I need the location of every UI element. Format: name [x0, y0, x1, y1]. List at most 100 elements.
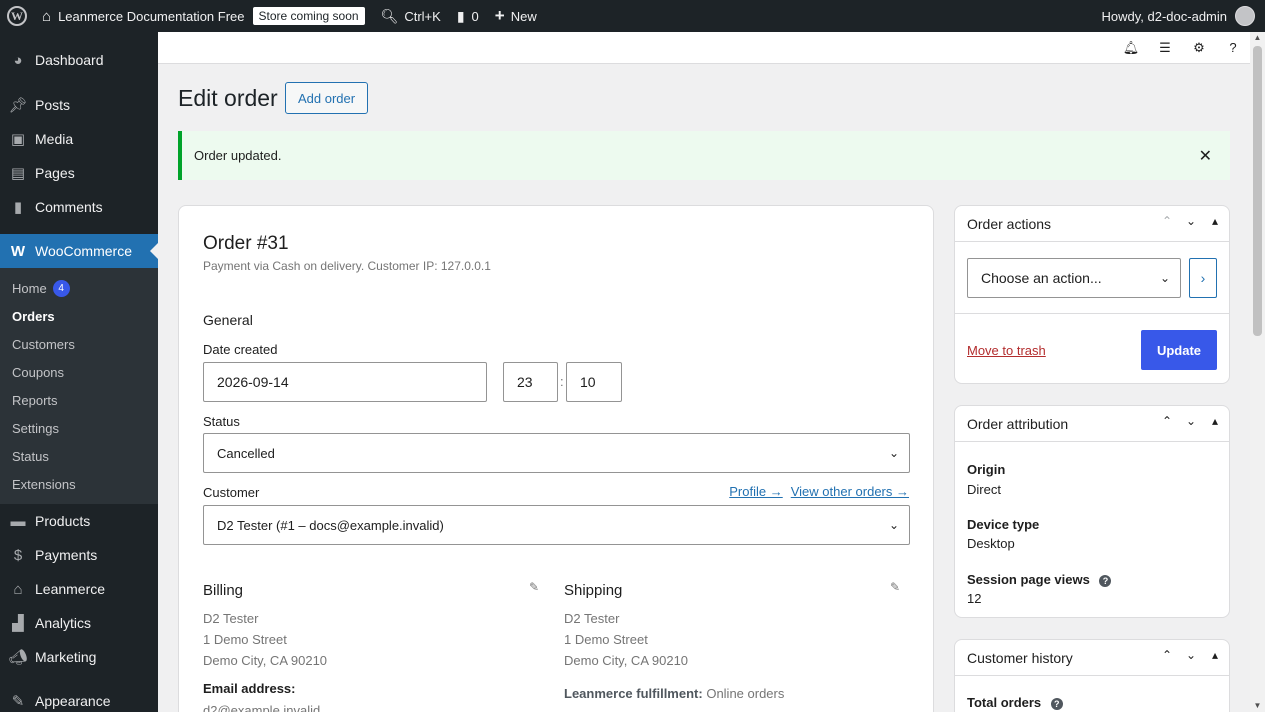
media-icon: ▣ [10, 131, 26, 148]
sidebar-item-pages[interactable]: ▤ Pages [0, 156, 158, 190]
billing-street: 1 Demo Street [203, 632, 287, 647]
comments-button[interactable]: ▮ 0 [449, 0, 487, 32]
sidebar-item-leanmerce[interactable]: ⌂ Leanmerce [0, 572, 158, 606]
submenu-item-label: Home [12, 280, 47, 296]
order-attribution-header[interactable]: Order attribution ⌃ ⌄ ▴ [955, 406, 1229, 442]
submenu-item-orders[interactable]: Orders [0, 302, 158, 330]
box-title: Customer history [967, 649, 1073, 666]
scroll-down-arrow-icon[interactable]: ▼ [1253, 702, 1262, 710]
add-order-button[interactable]: Add order [285, 82, 369, 114]
submenu-item-status[interactable]: Status [0, 442, 158, 470]
customer-select[interactable]: D2 Tester (#1 – docs@example.invalid) ⌄ [203, 505, 910, 545]
sidebar-item-analytics[interactable]: ▟ Analytics [0, 606, 158, 640]
order-actions-header[interactable]: Order actions ⌃ ⌄ ▴ [955, 206, 1229, 242]
profile-link[interactable]: Profile → [729, 484, 782, 499]
search-icon: 🔍︎ [380, 7, 399, 24]
pin-icon: 📌︎ [8, 97, 28, 114]
sidebar-item-label: Products [35, 513, 91, 529]
comment-icon: ▮ [456, 7, 465, 24]
account-menu[interactable]: Howdy, d2-doc-admin [1102, 0, 1255, 32]
scroll-thumb[interactable] [1253, 46, 1262, 336]
sidebar-item-label: Analytics [35, 615, 92, 631]
submenu-item-extensions[interactable]: Extensions [0, 470, 158, 498]
order-action-selected: Choose an action... [981, 270, 1102, 286]
sidebar-item-media[interactable]: ▣ Media [0, 122, 158, 156]
close-icon[interactable]: ✕ [1199, 146, 1212, 166]
page-scrollbar[interactable]: ▲ ▼ [1250, 32, 1265, 712]
move-to-trash-link[interactable]: Move to trash [967, 343, 1046, 358]
help-icon[interactable]: ? [1050, 697, 1063, 710]
move-down-icon[interactable]: ⌄ [1183, 414, 1199, 428]
sidebar-item-appearance[interactable]: ✎ Appearance [0, 684, 158, 712]
edit-billing-pencil-icon[interactable]: ✎ [529, 580, 539, 594]
minute-input[interactable]: 10 [566, 362, 622, 402]
new-content-button[interactable]: + New [487, 0, 545, 32]
customer-history-header[interactable]: Customer history ⌃ ⌄ ▴ [955, 640, 1229, 676]
sidebar-item-payments[interactable]: $ Payments [0, 538, 158, 572]
sidebar-item-products[interactable]: ▬ Products [0, 504, 158, 538]
general-heading: General [203, 312, 253, 328]
site-name: Leanmerce Documentation Free [58, 8, 245, 24]
admin-sidebar: ◕ Dashboard 📌︎ Posts ▣ Media ▤ Pages ▮ C… [0, 32, 158, 712]
move-up-icon[interactable]: ⌃ [1159, 414, 1175, 428]
avatar[interactable] [1235, 6, 1255, 26]
help-icon[interactable]: ? [1226, 40, 1240, 55]
billing-email-link[interactable]: d2@example.invalid [203, 703, 320, 712]
origin-value: Direct [967, 482, 1001, 497]
collapse-toggle-icon[interactable]: ▴ [1207, 414, 1223, 428]
collapse-toggle-icon[interactable]: ▴ [1207, 648, 1223, 662]
edit-shipping-pencil-icon[interactable]: ✎ [890, 580, 900, 594]
site-name-link[interactable]: ⌂ Leanmerce Documentation Free Store com… [34, 0, 373, 32]
gauge-icon: ◕ [13, 51, 23, 69]
help-icon[interactable]: ? [1099, 574, 1112, 587]
move-up-icon[interactable]: ⌃ [1159, 214, 1175, 228]
order-meta: Payment via Cash on delivery. Customer I… [203, 259, 491, 273]
pages-icon: ▤ [10, 165, 26, 182]
submenu-item-reports[interactable]: Reports [0, 386, 158, 414]
session-page-views-label: Session page views [967, 572, 1090, 587]
sidebar-item-woocommerce[interactable]: W WooCommerce [0, 234, 158, 268]
order-actions-box: Order actions ⌃ ⌄ ▴ Choose an action... … [954, 205, 1230, 384]
gear-icon[interactable]: ⚙ [1192, 40, 1206, 55]
sidebar-item-dashboard[interactable]: ◕ Dashboard [0, 43, 158, 77]
sidebar-item-comments[interactable]: ▮ Comments [0, 190, 158, 224]
submenu-item-home[interactable]: Home 4 [0, 274, 158, 302]
submenu-item-settings[interactable]: Settings [0, 414, 158, 442]
collapse-toggle-icon[interactable]: ▴ [1207, 214, 1223, 228]
sidebar-item-label: Payments [35, 547, 98, 563]
bar-chart-icon: ▟ [12, 615, 24, 632]
move-down-icon[interactable]: ⌄ [1183, 648, 1199, 662]
sidebar-item-label: Marketing [35, 649, 97, 665]
box-tools: ⌃ ⌄ ▴ [1159, 648, 1223, 662]
apply-action-button[interactable]: › [1189, 258, 1217, 298]
sidebar-item-label: Pages [35, 165, 75, 181]
notification-bell-icon[interactable]: 🔔︎ [1123, 40, 1140, 55]
move-up-icon[interactable]: ⌃ [1159, 648, 1175, 662]
sidebar-item-marketing[interactable]: 📣︎ Marketing [0, 640, 158, 674]
sidebar-item-label: Appearance [35, 693, 111, 709]
move-down-icon[interactable]: ⌄ [1183, 214, 1199, 228]
session-page-views-value: 12 [967, 591, 982, 606]
shipping-heading: Shipping [564, 582, 623, 599]
device-type-value: Desktop [967, 536, 1015, 551]
status-select[interactable]: Cancelled ⌄ [203, 433, 910, 473]
wordpress-logo-button[interactable]: W [0, 0, 34, 32]
date-created-input[interactable]: 2026-09-14 [203, 362, 487, 402]
total-orders-label: Total orders [967, 695, 1042, 710]
activity-list-icon[interactable]: ☰ [1158, 40, 1172, 55]
device-type-label: Device type [967, 517, 1040, 532]
shipping-name: D2 Tester [564, 611, 620, 626]
hour-input[interactable]: 23 [503, 362, 558, 402]
update-button[interactable]: Update [1141, 330, 1217, 370]
view-other-orders-link[interactable]: View other orders → [791, 484, 909, 499]
fulfillment-label: Leanmerce fulfillment: [564, 686, 703, 701]
store-status-badge[interactable]: Store coming soon [252, 7, 365, 25]
products-icon: ▬ [10, 512, 26, 530]
command-search-button[interactable]: 🔍︎ Ctrl+K [373, 0, 449, 32]
sidebar-item-label: Comments [35, 199, 103, 215]
sidebar-item-posts[interactable]: 📌︎ Posts [0, 88, 158, 122]
scroll-up-arrow-icon[interactable]: ▲ [1253, 34, 1262, 42]
order-action-select[interactable]: Choose an action... ⌄ [967, 258, 1181, 298]
submenu-item-customers[interactable]: Customers [0, 330, 158, 358]
submenu-item-coupons[interactable]: Coupons [0, 358, 158, 386]
